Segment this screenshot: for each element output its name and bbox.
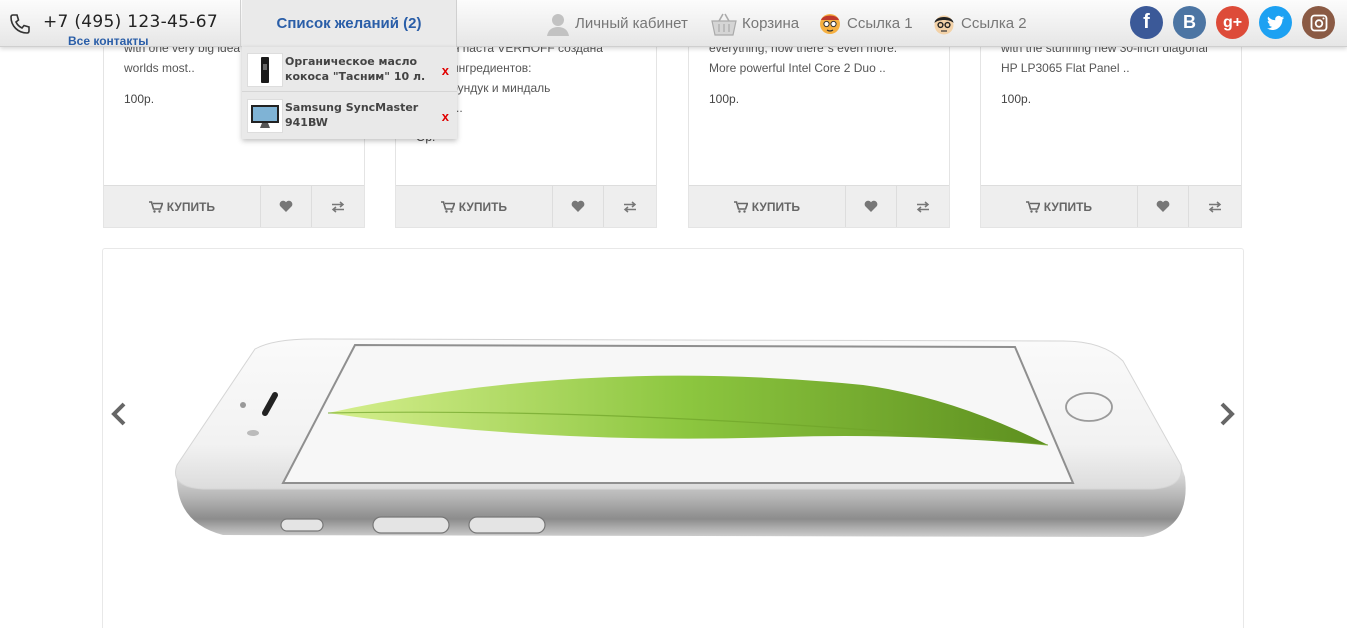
hero-slider xyxy=(102,248,1244,628)
wishlist-tab[interactable]: Список желаний (2) xyxy=(242,0,457,47)
buy-label: КУПИТЬ xyxy=(751,199,801,214)
wishlist-item-thumbnail xyxy=(247,53,283,87)
instagram-icon[interactable] xyxy=(1302,6,1335,39)
phone-icon xyxy=(10,14,30,34)
heart-icon xyxy=(571,200,585,212)
wishlist-button[interactable] xyxy=(261,186,313,227)
slider-prev-icon[interactable] xyxy=(109,401,129,427)
wishlist-item-name[interactable]: Samsung SyncMaster 941BW xyxy=(285,100,435,130)
link-2-label: Ссылка 2 xyxy=(961,15,1027,32)
product-actions: КУПИТЬ xyxy=(981,185,1241,227)
compare-button[interactable] xyxy=(897,186,949,227)
wishlist-item-name[interactable]: Органическое масло кокоса "Тасним" 10 л. xyxy=(285,54,435,84)
cart-link-label: Корзина xyxy=(742,15,800,32)
buy-label: КУПИТЬ xyxy=(166,199,216,214)
facebook-icon[interactable]: f xyxy=(1130,6,1163,39)
compare-button[interactable] xyxy=(312,186,364,227)
page: with one very big idea worlds most.. 100… xyxy=(0,0,1347,628)
wishlist-button[interactable] xyxy=(1138,186,1190,227)
buy-label: КУПИТЬ xyxy=(458,199,508,214)
compare-button[interactable] xyxy=(1189,186,1241,227)
monitor-icon xyxy=(251,105,279,128)
heart-icon xyxy=(279,200,293,212)
product-price: 100р. xyxy=(709,92,740,106)
instagram-camera-icon xyxy=(1310,14,1327,31)
buy-button[interactable]: КУПИТЬ xyxy=(981,186,1138,227)
heart-icon xyxy=(864,200,878,212)
cart-link[interactable]: Корзина xyxy=(711,0,799,47)
avatar-glasses-icon xyxy=(934,15,954,34)
basket-icon xyxy=(711,13,737,36)
compare-icon xyxy=(917,200,930,213)
phone-number: +7 (495) 123-45-67 xyxy=(43,12,218,32)
product-price: 100р. xyxy=(124,92,155,106)
slider-next-icon[interactable] xyxy=(1217,401,1237,427)
avatar-nerd-icon xyxy=(820,13,840,34)
cart-icon xyxy=(1025,200,1040,213)
all-contacts-link[interactable]: Все контакты xyxy=(68,34,148,48)
google-plus-icon[interactable]: g+ xyxy=(1216,6,1249,39)
product-actions: КУПИТЬ xyxy=(396,185,656,227)
compare-button[interactable] xyxy=(604,186,656,227)
wishlist-remove-button[interactable]: x xyxy=(442,109,449,124)
buy-button[interactable]: КУПИТЬ xyxy=(689,186,846,227)
wishlist-item[interactable]: Органическое масло кокоса "Тасним" 10 л.… xyxy=(242,47,457,92)
heart-icon xyxy=(1156,200,1170,212)
link-2[interactable]: Ссылка 2 xyxy=(932,0,1027,47)
cart-icon xyxy=(440,200,455,213)
product-price: 100р. xyxy=(1001,92,1032,106)
phone-banner-image xyxy=(175,338,1186,537)
compare-icon xyxy=(1209,200,1222,213)
product-actions: КУПИТЬ xyxy=(689,185,949,227)
buy-button[interactable]: КУПИТЬ xyxy=(396,186,553,227)
buy-button[interactable]: КУПИТЬ xyxy=(104,186,261,227)
wishlist-button[interactable] xyxy=(846,186,898,227)
link-1-label: Ссылка 1 xyxy=(847,15,913,32)
wishlist-button[interactable] xyxy=(553,186,605,227)
compare-icon xyxy=(624,200,637,213)
wishlist-item[interactable]: Samsung SyncMaster 941BW x xyxy=(242,93,457,138)
product-bottle-icon xyxy=(261,57,269,83)
account-link[interactable]: Личный кабинет xyxy=(546,0,688,47)
wishlist-remove-button[interactable]: x xyxy=(442,63,449,78)
cart-icon xyxy=(733,200,748,213)
header-bar: +7 (495) 123-45-67 Все контакты Список ж… xyxy=(0,0,1347,48)
phone-block: +7 (495) 123-45-67 Все контакты xyxy=(0,0,241,48)
wishlist-item-thumbnail xyxy=(247,99,283,133)
buy-label: КУПИТЬ xyxy=(1043,199,1093,214)
user-icon xyxy=(547,13,569,36)
vkontakte-icon[interactable]: B xyxy=(1173,6,1206,39)
twitter-bird-icon xyxy=(1266,15,1284,30)
compare-icon xyxy=(332,200,345,213)
twitter-icon[interactable] xyxy=(1259,6,1292,39)
wishlist-dropdown: Органическое масло кокоса "Тасним" 10 л.… xyxy=(242,47,457,139)
product-actions: КУПИТЬ xyxy=(104,185,364,227)
cart-icon xyxy=(148,200,163,213)
account-link-label: Личный кабинет xyxy=(575,15,688,32)
link-1[interactable]: Ссылка 1 xyxy=(818,0,913,47)
